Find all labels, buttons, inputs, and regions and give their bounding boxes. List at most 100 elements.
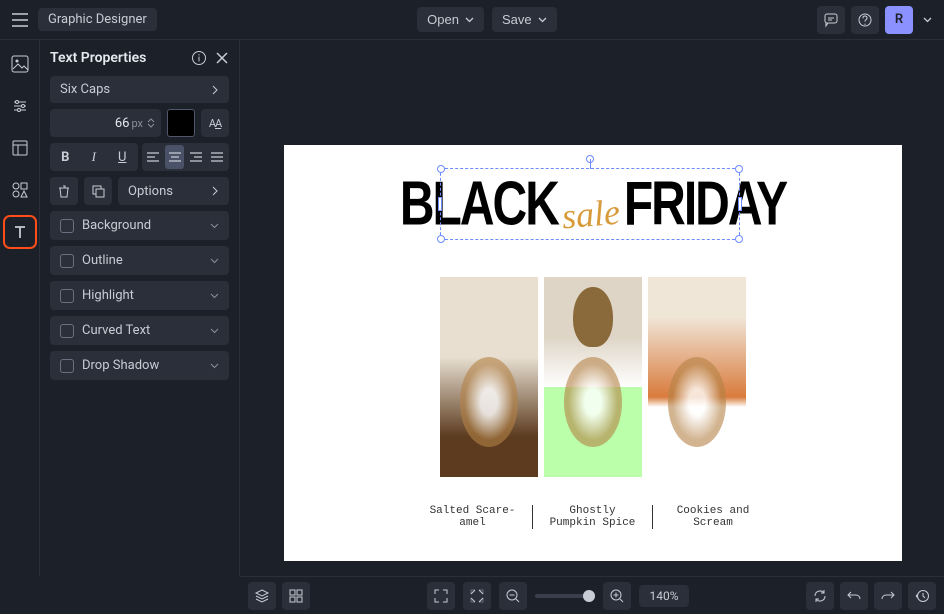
align-right-button[interactable] xyxy=(186,145,205,169)
caption-1[interactable]: Salted Scare-amel xyxy=(413,505,533,529)
app-title-text: Graphic Designer xyxy=(48,12,147,27)
zoom-in-button[interactable] xyxy=(603,582,631,610)
delete-button[interactable] xyxy=(50,177,78,205)
duplicate-icon xyxy=(91,184,105,198)
user-menu-chevron[interactable] xyxy=(919,12,936,27)
bold-button[interactable]: B xyxy=(52,145,79,169)
resize-handle-bl[interactable] xyxy=(437,235,445,243)
curved-text-checkbox[interactable] xyxy=(60,324,74,338)
underline-button[interactable]: U xyxy=(109,145,136,169)
tool-rail xyxy=(0,40,40,576)
selection-box[interactable] xyxy=(440,168,740,240)
open-button-label: Open xyxy=(427,12,459,27)
canvas-area[interactable]: BLACK sale FRIDAY Salted Scare-amel Ghos… xyxy=(240,40,944,576)
rotate-handle[interactable] xyxy=(586,155,594,163)
main-area: Text Properties Six Caps 66px AA xyxy=(0,40,944,576)
resize-handle-l[interactable] xyxy=(438,197,442,211)
user-avatar[interactable]: R xyxy=(885,6,913,34)
fullscreen-button[interactable] xyxy=(427,582,455,610)
background-checkbox[interactable] xyxy=(60,219,74,233)
curved-text-label: Curved Text xyxy=(82,323,150,338)
options-label: Options xyxy=(128,184,173,199)
hamburger-menu-button[interactable] xyxy=(8,8,32,32)
align-left-button[interactable] xyxy=(144,145,163,169)
adjust-tool[interactable] xyxy=(6,92,34,120)
chevron-down-icon xyxy=(210,363,219,369)
trash-icon xyxy=(57,184,71,198)
zoom-out-icon xyxy=(505,588,521,604)
caption-2[interactable]: Ghostly Pumpkin Spice xyxy=(533,505,653,529)
layers-icon xyxy=(254,588,270,604)
help-button[interactable] xyxy=(851,6,879,34)
font-family-select[interactable]: Six Caps xyxy=(50,76,229,103)
zoom-percent[interactable]: 140% xyxy=(639,585,688,607)
caption-3[interactable]: Cookies and Scream xyxy=(653,505,773,529)
chevron-down-icon xyxy=(923,17,932,23)
undo-button[interactable] xyxy=(840,582,868,610)
sync-icon xyxy=(812,588,828,604)
curved-text-accordion[interactable]: Curved Text xyxy=(50,316,229,345)
chevron-down-icon xyxy=(210,258,219,264)
highlight-checkbox[interactable] xyxy=(60,289,74,303)
redo-button[interactable] xyxy=(874,582,902,610)
outline-accordion[interactable]: Outline xyxy=(50,246,229,275)
text-case-button[interactable]: AA xyxy=(201,109,229,137)
drop-shadow-accordion[interactable]: Drop Shadow xyxy=(50,351,229,380)
italic-button[interactable]: I xyxy=(81,145,108,169)
help-icon xyxy=(857,12,873,28)
shapes-tool[interactable] xyxy=(6,176,34,204)
resize-handle-tr[interactable] xyxy=(735,165,743,173)
text-color-swatch[interactable] xyxy=(167,109,195,137)
template-icon xyxy=(11,139,29,157)
drop-shadow-checkbox[interactable] xyxy=(60,359,74,373)
zoom-slider[interactable] xyxy=(535,594,595,598)
shapes-icon xyxy=(11,181,29,199)
stepper-down-icon[interactable] xyxy=(147,123,155,129)
zoom-out-button[interactable] xyxy=(499,582,527,610)
resize-handle-tl[interactable] xyxy=(437,165,445,173)
comment-icon xyxy=(823,12,839,28)
align-center-button[interactable] xyxy=(165,145,184,169)
duplicate-button[interactable] xyxy=(84,177,112,205)
fit-button[interactable] xyxy=(463,582,491,610)
resize-handle-br[interactable] xyxy=(735,235,743,243)
highlight-accordion[interactable]: Highlight xyxy=(50,281,229,310)
background-label: Background xyxy=(82,218,151,233)
text-icon xyxy=(11,223,29,241)
background-accordion[interactable]: Background xyxy=(50,211,229,240)
options-button[interactable]: Options xyxy=(118,177,229,205)
grid-icon xyxy=(288,588,304,604)
layers-button[interactable] xyxy=(248,582,276,610)
zoom-slider-thumb[interactable] xyxy=(583,590,595,602)
text-tool[interactable] xyxy=(6,218,34,246)
image-tool[interactable] xyxy=(6,50,34,78)
properties-panel: Text Properties Six Caps 66px AA xyxy=(40,40,240,576)
align-left-icon xyxy=(146,151,160,163)
font-size-input[interactable]: 66px xyxy=(50,109,161,137)
top-bar: Graphic Designer Open Save R xyxy=(0,0,944,40)
chevron-down-icon xyxy=(210,293,219,299)
history-icon xyxy=(914,588,930,604)
resize-handle-r[interactable] xyxy=(738,197,742,211)
align-right-icon xyxy=(189,151,203,163)
open-button[interactable]: Open xyxy=(417,7,484,32)
grid-button[interactable] xyxy=(282,582,310,610)
save-button[interactable]: Save xyxy=(492,7,557,32)
template-tool[interactable] xyxy=(6,134,34,162)
photo-3[interactable] xyxy=(648,277,746,477)
close-icon[interactable] xyxy=(215,51,229,65)
fit-icon xyxy=(470,589,484,603)
comment-button[interactable] xyxy=(817,6,845,34)
chevron-down-icon xyxy=(465,17,474,23)
info-icon[interactable] xyxy=(191,50,207,66)
bottom-bar: 140% xyxy=(240,576,944,614)
photo-2[interactable] xyxy=(544,277,642,477)
outline-checkbox[interactable] xyxy=(60,254,74,268)
align-justify-icon xyxy=(210,151,224,163)
history-button[interactable] xyxy=(908,582,936,610)
photo-1[interactable] xyxy=(440,277,538,477)
align-justify-button[interactable] xyxy=(208,145,227,169)
drop-shadow-label: Drop Shadow xyxy=(82,358,159,373)
sync-button[interactable] xyxy=(806,582,834,610)
app-title: Graphic Designer xyxy=(38,8,157,31)
